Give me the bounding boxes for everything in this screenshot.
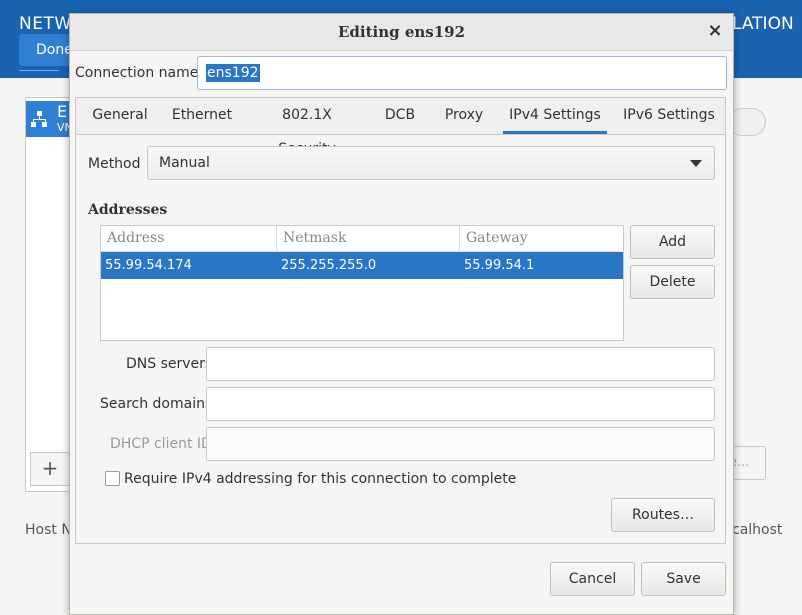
require-ipv4-checkbox[interactable] <box>105 471 120 486</box>
dns-servers-label: DNS servers <box>126 356 213 372</box>
table-row[interactable]: 55.99.54.174 255.255.255.0 55.99.54.1 <box>101 252 623 279</box>
routes-button[interactable]: Routes… <box>611 498 715 532</box>
search-domains-label: Search domains <box>100 396 213 412</box>
tab-ipv4-settings[interactable]: IPv4 Settings <box>503 98 607 134</box>
tab-bar: General Ethernet 802.1X Security DCB Pro… <box>76 98 725 157</box>
require-ipv4-label[interactable]: Require IPv4 addressing for this connect… <box>124 471 516 487</box>
search-domains-input[interactable] <box>206 387 715 421</box>
edit-connection-dialog: Editing ens192 × Connection name ens192 … <box>69 13 734 615</box>
connection-name-label: Connection name <box>75 65 199 81</box>
tab-ethernet[interactable]: Ethernet <box>169 98 235 134</box>
add-address-button[interactable]: Add <box>630 225 715 259</box>
dhcp-client-id-label: DHCP client ID <box>110 436 212 452</box>
connection-list-item-letter: E <box>57 102 68 121</box>
method-select[interactable]: Manual <box>147 146 715 180</box>
method-value: Manual <box>159 155 210 171</box>
tab-ipv6-settings[interactable]: IPv6 Settings <box>621 98 717 134</box>
settings-notebook: General Ethernet 802.1X Security DCB Pro… <box>75 97 726 544</box>
netmask-cell[interactable]: 255.255.255.0 <box>281 258 376 273</box>
chevron-down-icon <box>690 160 702 167</box>
tab-dcb[interactable]: DCB <box>378 98 422 134</box>
addresses-heading: Addresses <box>88 202 168 218</box>
installer-title-right: LATION <box>732 14 794 34</box>
dns-servers-input[interactable] <box>206 347 715 381</box>
tab-8021x-security[interactable]: 802.1X Security <box>252 98 362 157</box>
connection-name-value: ens192 <box>206 64 260 82</box>
network-icon <box>31 111 47 127</box>
column-header-gateway[interactable]: Gateway <box>460 226 623 251</box>
address-cell[interactable]: 55.99.54.174 <box>105 258 192 273</box>
connection-list-item[interactable]: E VN <box>26 101 73 137</box>
connection-name-input[interactable]: ens192 <box>197 56 727 90</box>
addresses-table[interactable]: Address Netmask Gateway 55.99.54.174 255… <box>100 225 624 341</box>
cancel-button[interactable]: Cancel <box>550 562 635 596</box>
save-button[interactable]: Save <box>641 562 726 596</box>
dialog-titlebar: Editing ens192 × <box>70 14 733 51</box>
close-icon[interactable]: × <box>706 22 724 40</box>
method-label: Method <box>88 156 141 172</box>
delete-address-button[interactable]: Delete <box>630 265 715 299</box>
tab-general[interactable]: General <box>85 98 155 134</box>
header-underline <box>19 70 59 71</box>
dhcp-client-id-input <box>206 427 715 461</box>
column-header-netmask[interactable]: Netmask <box>277 226 460 251</box>
add-connection-button[interactable]: + <box>30 452 70 486</box>
column-header-address[interactable]: Address <box>101 226 277 251</box>
tab-proxy[interactable]: Proxy <box>439 98 489 134</box>
hostname-value: calhost <box>732 522 783 538</box>
dialog-title: Editing ens192 <box>337 23 466 41</box>
gateway-cell[interactable]: 55.99.54.1 <box>464 258 534 273</box>
connection-list[interactable] <box>25 97 71 492</box>
